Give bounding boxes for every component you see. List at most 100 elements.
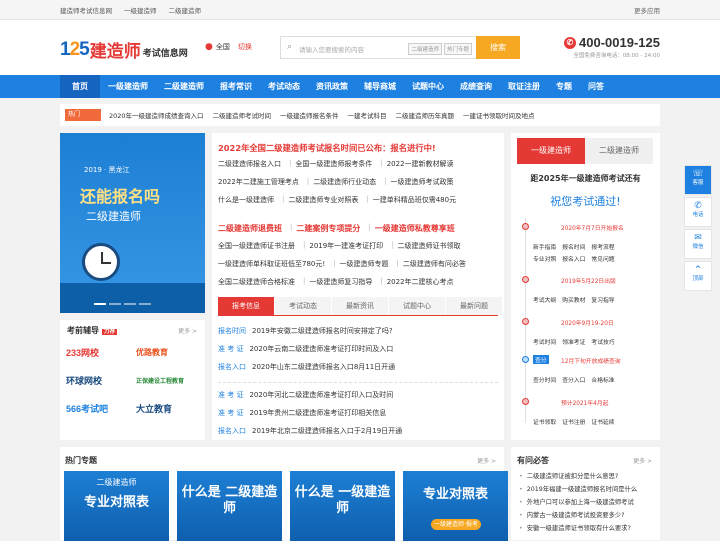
- ticker-link[interactable]: 二级建造师考试时间: [213, 110, 281, 120]
- nav-item[interactable]: 试题中心: [404, 75, 452, 98]
- topic-card[interactable]: 什么是 一级建造师: [290, 471, 395, 541]
- tab-second-level[interactable]: 二级建造师: [585, 138, 653, 164]
- info-item[interactable]: 准 考 证 2020年河北二级建造师准考证打印入口及时间: [218, 390, 393, 400]
- news-link[interactable]: 2022一建新教材解读: [387, 159, 458, 169]
- timeline-link[interactable]: 领准考证: [562, 337, 585, 346]
- search-input[interactable]: 请输入您要搜索的内容: [299, 44, 364, 54]
- info-item[interactable]: 报名时间 2019年安徽二级建造师报名时间安排定了吗?: [218, 326, 393, 336]
- news-link[interactable]: 二建案例专项提分: [296, 223, 364, 234]
- ticker-link[interactable]: 一建考试科目: [348, 110, 396, 120]
- faq-item[interactable]: 外地户口可以参加上海一级建造师考试: [519, 497, 637, 510]
- carousel-dot[interactable]: [94, 303, 106, 305]
- top-link[interactable]: 建造师考试信息网: [60, 5, 112, 15]
- timeline-link[interactable]: 查分时间: [533, 375, 556, 384]
- news-link[interactable]: 一级建造师复习指导: [309, 277, 376, 287]
- nav-item[interactable]: 取证注册: [500, 75, 548, 98]
- info-item[interactable]: 准 考 证 2020年云南二级建造师准考证打印时间及入口: [218, 344, 393, 354]
- search-button[interactable]: 搜索: [476, 36, 520, 59]
- timeline-link[interactable]: 证书领取: [533, 417, 556, 426]
- nav-item[interactable]: 辅导商城: [356, 75, 404, 98]
- faq-item[interactable]: 二级建造师证被扣分是什么意思?: [519, 471, 637, 484]
- wechat-button[interactable]: ✉ 微信: [684, 229, 712, 259]
- carousel-dot[interactable]: [109, 303, 121, 305]
- partner-logo[interactable]: 233网校: [66, 342, 132, 362]
- location-switch[interactable]: 切换: [238, 42, 252, 52]
- timeline-link[interactable]: 证书延续: [591, 417, 614, 426]
- info-item[interactable]: 报名入口 2019年北京二级建造师报名入口于2月19日开通: [218, 426, 402, 436]
- nav-item[interactable]: 报考常识: [212, 75, 260, 98]
- back-to-top-button[interactable]: ⌃ 顶部: [684, 261, 712, 291]
- ticker-link[interactable]: 2020年一级建造师成绩查询入口: [109, 110, 213, 120]
- partner-logo[interactable]: 环球网校: [66, 370, 132, 390]
- top-link[interactable]: 二级建造师: [169, 5, 202, 15]
- news-link[interactable]: 全国二级建造师合格标准: [218, 277, 299, 287]
- news-link[interactable]: 2022年二建核心考点: [387, 277, 458, 287]
- timeline-link[interactable]: 报名入口: [562, 254, 585, 263]
- partner-logo[interactable]: 566考试吧: [66, 398, 132, 418]
- more-apps-link[interactable]: 更多应用: [634, 5, 660, 15]
- nav-item[interactable]: 专题: [548, 75, 580, 98]
- tutor-more-link[interactable]: 更多 >: [178, 326, 197, 335]
- nav-item[interactable]: 问答: [580, 75, 612, 98]
- partner-logo[interactable]: 正保建设工程教育: [136, 370, 202, 390]
- ticker-link[interactable]: 二级建造师历年真题: [396, 110, 464, 120]
- news-link[interactable]: 一级建造师考试政策: [391, 177, 458, 187]
- carousel-dot[interactable]: [124, 303, 136, 305]
- topics-more-link[interactable]: 更多 >: [477, 456, 496, 465]
- search-box[interactable]: ⌕ 请输入您要搜索的内容 二级建造师 热门专题: [280, 36, 476, 59]
- tab-latest[interactable]: 最新资讯: [332, 297, 388, 315]
- news-link[interactable]: 2022年二建施工管理考点: [218, 177, 303, 187]
- top-link[interactable]: 一级建造师: [124, 5, 157, 15]
- news-link[interactable]: 一建单科精品班仅需480元: [373, 195, 460, 205]
- nav-item[interactable]: 资讯政策: [308, 75, 356, 98]
- timeline-link[interactable]: 考试大纲: [533, 295, 556, 304]
- faq-more-link[interactable]: 更多 >: [633, 456, 652, 465]
- location-selector[interactable]: ● 全国 切换: [205, 42, 252, 52]
- timeline-link[interactable]: 查分入口: [562, 375, 585, 384]
- news-link[interactable]: 什么是一级建造师: [218, 195, 278, 205]
- news-link[interactable]: 二级建造师行业动态: [313, 177, 380, 187]
- partner-logo[interactable]: 优路教育: [136, 342, 202, 362]
- phone-button[interactable]: ✆ 电话: [684, 197, 712, 227]
- topic-card[interactable]: 专业对照表 一级建造师·报考: [403, 471, 508, 541]
- timeline-link[interactable]: 证书注册: [562, 417, 585, 426]
- timeline-link[interactable]: 复习指导: [591, 295, 614, 304]
- nav-item[interactable]: 一级建造师: [100, 75, 156, 98]
- promo-banner[interactable]: 2019 · 黑龙江 还能报名吗 二级建造师: [60, 133, 205, 313]
- timeline-link[interactable]: 专业对照: [533, 254, 556, 263]
- timeline-tag[interactable]: 查分: [533, 355, 549, 364]
- search-tag[interactable]: 热门专题: [443, 43, 472, 55]
- news-link[interactable]: 一级建造师专题: [340, 259, 393, 269]
- info-item[interactable]: 准 考 证 2019年贵州二级建造师准考证打印相关信息: [218, 408, 386, 418]
- nav-item[interactable]: 考试动态: [260, 75, 308, 98]
- tab-questions[interactable]: 试题中心: [389, 297, 445, 315]
- tab-first-level[interactable]: 一级建造师: [517, 138, 585, 164]
- info-item[interactable]: 报名入口 2020年山东二级建造师报名入口8月11日开通: [218, 362, 395, 372]
- news-link[interactable]: 2019年一建准考证打印: [309, 241, 387, 251]
- timeline-link[interactable]: 新手指南: [533, 242, 556, 251]
- customer-service-button[interactable]: ☏ 客服: [684, 165, 712, 195]
- news-link[interactable]: 二级建造师有问必答: [403, 259, 470, 269]
- topic-card[interactable]: 二级建造师 专业对照表: [64, 471, 169, 541]
- news-link[interactable]: 二级建造师专业对照表: [288, 195, 362, 205]
- timeline-link[interactable]: 购买教材: [562, 295, 585, 304]
- timeline-link[interactable]: 常见问题: [591, 254, 614, 263]
- news-link[interactable]: 全国一级建造师证书注册: [218, 241, 299, 251]
- timeline-link[interactable]: 合格标准: [591, 375, 614, 384]
- nav-item-home[interactable]: 首页: [60, 75, 100, 98]
- faq-item[interactable]: 安徽一级建造师证书领取有什么要求?: [519, 523, 637, 536]
- tab-latest-questions[interactable]: 最新问题: [446, 297, 502, 315]
- nav-item[interactable]: 二级建造师: [156, 75, 212, 98]
- faq-item[interactable]: 2019年福建一级建造师报名时间是什么: [519, 484, 637, 497]
- timeline-link[interactable]: 考试技巧: [591, 337, 614, 346]
- topic-card[interactable]: 什么是 二级建造师: [177, 471, 282, 541]
- partner-logo[interactable]: 大立教育: [136, 398, 202, 418]
- carousel-dot[interactable]: [139, 303, 151, 305]
- site-logo[interactable]: 125 建造师 考试信息网: [60, 37, 188, 63]
- news-link[interactable]: 全国一级建造师报考条件: [295, 159, 376, 169]
- tab-registration[interactable]: 报考信息: [218, 297, 274, 315]
- news-link[interactable]: 一级建造师单科取证班低至780元!: [218, 259, 329, 269]
- news-link[interactable]: 二级建造师报名入口: [218, 159, 285, 169]
- ticker-link[interactable]: 一建证书领取时间及地点: [463, 110, 544, 120]
- timeline-link[interactable]: 报考流程: [591, 242, 614, 251]
